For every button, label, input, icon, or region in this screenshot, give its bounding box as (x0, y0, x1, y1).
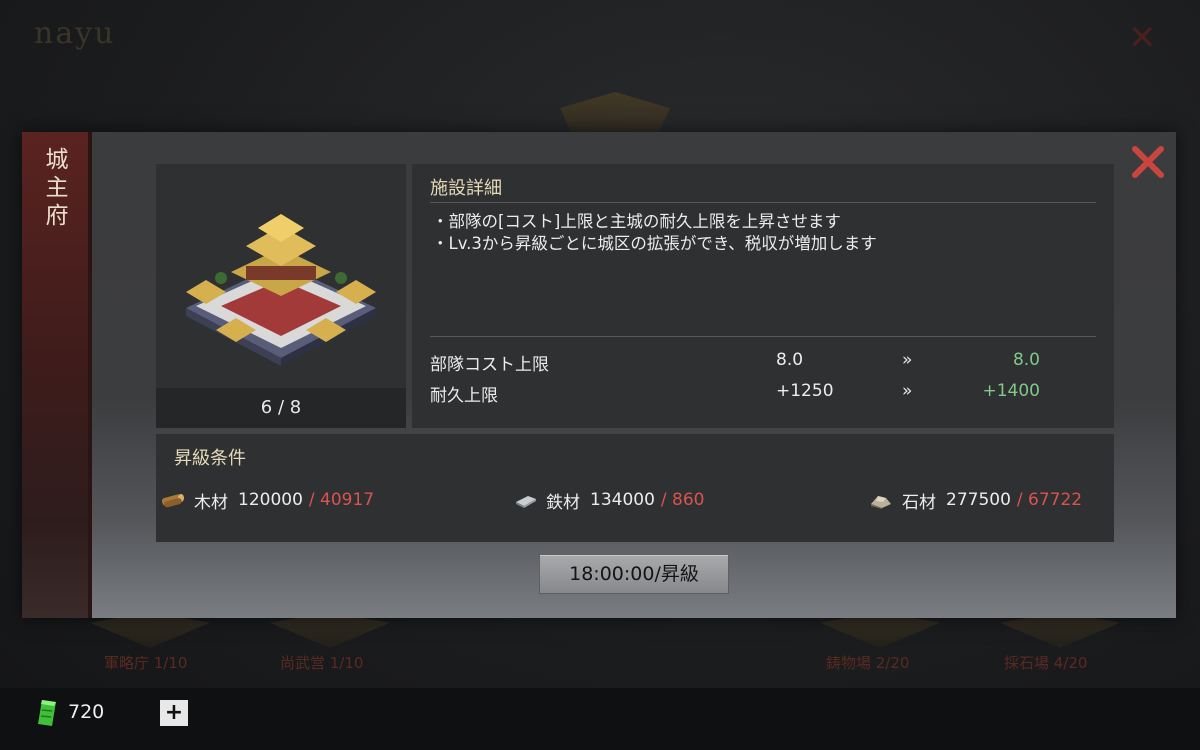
palace-building-image (186, 214, 376, 366)
stone-icon (871, 496, 891, 509)
stat-next-cost: 8.0 (1012, 350, 1040, 370)
requirement-owned: / 40917 (308, 490, 375, 510)
background-building-labels: 軍略庁 1/10 尚武営 1/10 鋳物場 2/20 採石場 4/20 (0, 652, 1200, 678)
stat-current-cost: 8.0 (776, 350, 804, 370)
facility-detail-panel: 施設詳細 ・部隊の[コスト]上限と主城の耐久上限を上昇させます ・Lv.3から昇… (412, 164, 1114, 428)
requirement-amount: 120000 (238, 490, 303, 510)
iron-icon (516, 496, 536, 508)
description-line: ・部隊の[コスト]上限と主城の耐久上限を上昇させます (432, 212, 841, 231)
requirements-heading: 昇級条件 (174, 448, 246, 469)
wood-icon (161, 494, 184, 508)
background-close-icon: ✕ (1128, 18, 1157, 58)
stat-label-durability: 耐久上限 (430, 386, 498, 406)
stat-current-durability: +1250 (776, 381, 834, 401)
stat-next-durability: +1400 (982, 381, 1040, 401)
building-image-panel: 6 / 8 (156, 164, 406, 428)
description-line: ・Lv.3から昇級ごとに城区の拡張ができ、税収が増加します (432, 234, 877, 253)
background-building-label: 採石場 4/20 (1004, 654, 1088, 672)
upgrade-requirements-panel: 昇級条件 木材 120000 / 40917 鉄材 134000 / 860 石… (156, 434, 1114, 542)
requirement-name: 石材 (902, 492, 936, 513)
close-icon (1132, 146, 1164, 178)
requirement-name: 鉄材 (546, 492, 580, 513)
requirement-iron: 鉄材 134000 / 860 (512, 486, 705, 514)
background-building-label: 軍略庁 1/10 (104, 654, 188, 672)
stat-arrow-icon: » (902, 350, 913, 370)
requirement-name: 木材 (194, 492, 228, 513)
requirement-wood: 木材 120000 / 40917 (160, 486, 374, 514)
divider (430, 336, 1096, 337)
stat-arrow-icon: » (902, 381, 913, 401)
upgrade-button[interactable]: 18:00:00/昇級 (539, 554, 729, 594)
requirement-amount: 277500 (946, 490, 1011, 510)
game-logo: nayu (34, 16, 116, 51)
requirement-owned: / 67722 (1016, 490, 1083, 510)
building-level: 6 / 8 (156, 388, 406, 428)
stat-label-cost: 部隊コスト上限 (430, 355, 549, 375)
close-button[interactable] (1128, 142, 1168, 182)
requirement-owned: / 860 (660, 490, 705, 510)
side-banner: 城主府 (22, 132, 92, 618)
building-name: 城主府 (45, 147, 69, 229)
background-building-label: 尚武営 1/10 (280, 654, 364, 672)
requirement-stone: 石材 277500 / 67722 (868, 486, 1082, 514)
add-jade-button[interactable]: + (160, 700, 188, 726)
divider (430, 202, 1096, 203)
background-building-label: 鋳物場 2/20 (826, 654, 910, 672)
building-detail-dialog: 城主府 6 / 8 施設詳細 ・部隊の[コスト]上限と主城の耐久上限を上昇させま… (22, 132, 1176, 618)
requirement-amount: 134000 (590, 490, 655, 510)
facility-detail-heading: 施設詳細 (430, 178, 502, 199)
jade-currency-icon (38, 700, 56, 726)
jade-count: 720 (68, 701, 105, 723)
